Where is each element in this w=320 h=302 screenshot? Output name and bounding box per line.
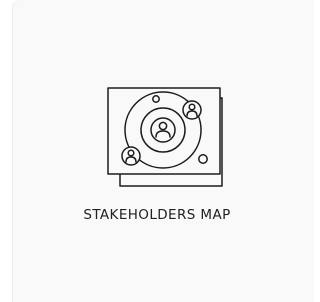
card-title: STAKEHOLDERS MAP <box>83 207 231 223</box>
page: STAKEHOLDERS MAP <box>0 0 314 302</box>
stakeholders-map-icon <box>96 86 226 190</box>
